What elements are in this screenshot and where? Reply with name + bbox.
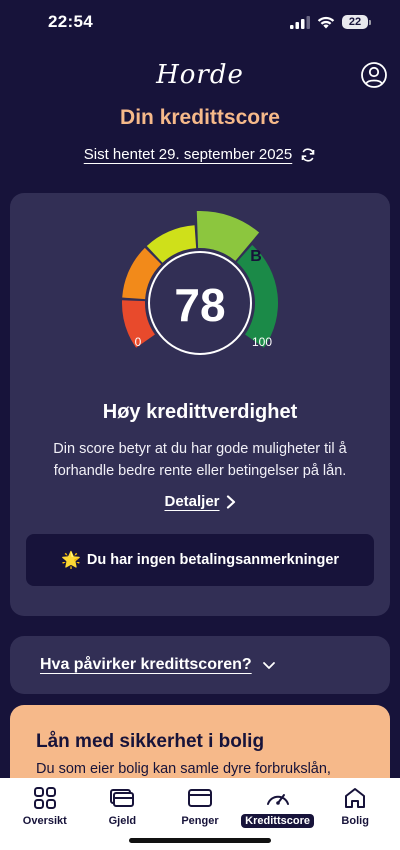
gauge-max-label: 100 [252,335,272,349]
tab-label: Penger [181,815,219,827]
last-fetched-row[interactable]: Sist hentet 29. september 2025 [0,146,400,163]
home-icon [345,788,366,808]
status-indicators: 22 [290,15,371,29]
signal-icon [290,15,310,29]
battery-indicator: 22 [342,15,371,29]
score-description: Din score betyr at du har gode mulighete… [53,441,347,479]
page-title: Din kredittscore [120,106,280,129]
tab-label: Gjeld [108,815,137,827]
tab-label: Oversikt [22,815,67,827]
details-label[interactable]: Detaljer [164,493,219,510]
cards-icon [110,789,135,807]
tab-bolig[interactable]: Bolig [316,778,394,850]
score-factors-accordion[interactable]: Hva påvirker kredittscoren? [10,636,390,694]
score-heading: Høy kredittverdighet [102,401,298,423]
status-bar: 22:54 22 [0,0,400,44]
score-gauge: 78 B 0 100 [121,211,279,355]
grid-icon [33,787,56,809]
score-grade: B [250,248,262,265]
wallet-icon [187,789,212,807]
profile-icon[interactable] [360,61,388,89]
star-icon: 🌟 [60,552,81,569]
chevron-right-icon [226,494,235,509]
tab-label: Bolig [341,815,369,827]
horde-logo: Horde [156,60,244,90]
home-loan-title: Lån med sikkerhet i bolig [36,731,265,752]
credit-score-card: 78 B 0 100 Høy kredittverdighet Din scor… [10,193,390,616]
wifi-icon [317,16,335,28]
tab-oversikt[interactable]: Oversikt [6,778,84,850]
score-value: 78 [174,279,225,331]
chevron-down-icon [262,662,275,669]
payment-remarks-text: Du har ingen betalingsanmerkninger [86,552,340,568]
details-link[interactable]: Detaljer [10,493,390,510]
app-header: Horde [0,55,400,95]
status-time: 22:54 [48,12,93,31]
refresh-icon[interactable] [300,147,316,163]
speedometer-icon [266,794,289,805]
last-fetched-text[interactable]: Sist hentet 29. september 2025 [84,146,292,163]
score-factors-label[interactable]: Hva påvirker kredittscoren? [40,656,252,674]
tab-label: Kredittscore [241,814,314,828]
home-loan-text: Du som eier bolig kan samle dyre forbruk… [36,761,331,777]
home-indicator [129,838,271,843]
payment-remarks-banner: 🌟 Du har ingen betalingsanmerkninger [26,534,374,586]
gauge-min-label: 0 [135,335,142,349]
